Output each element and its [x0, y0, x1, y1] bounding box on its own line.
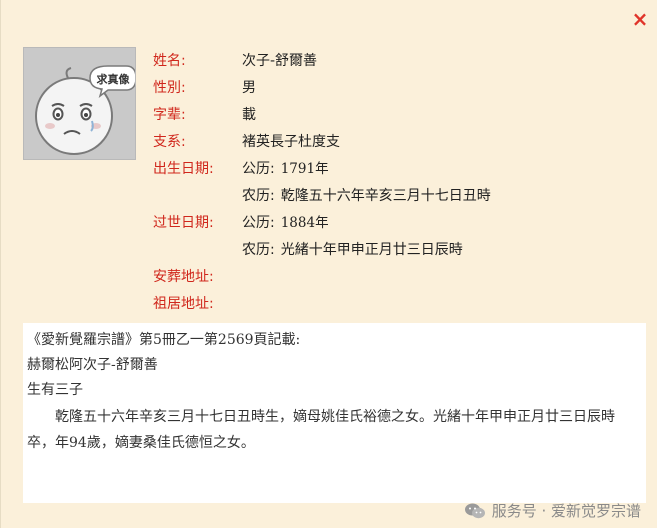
field-label: 支系: [153, 134, 186, 150]
field-value: 农历: 乾隆五十六年辛亥三月十七日丑時 [242, 183, 491, 210]
date-value: 1884年 [280, 215, 329, 231]
wechat-icon [464, 503, 485, 518]
watermark: 服务号 · 爱新觉罗宗谱 [464, 500, 641, 521]
date-value: 1791年 [280, 161, 329, 177]
person-detail-panel: × 求真像 姓名: 次子-舒爾善 性別: 男 字辈: 載 支系: 褚英長子杜度支… [0, 0, 657, 528]
genealogy-record-box: 《愛新覺羅宗譜》第5冊乙一第2569頁記載: 赫爾松阿次子-舒爾善 生有三子 乾… [23, 323, 646, 503]
calendar-label: 农历: [242, 242, 275, 258]
avatar-bubble-text: 求真像 [97, 72, 131, 86]
field-label: 过世日期: [153, 215, 214, 231]
crying-face-icon: 求真像 [24, 48, 135, 159]
field-value: 公历: 1884年 [242, 210, 329, 237]
field-label: 出生日期: [153, 161, 214, 177]
field-label: 祖居地址: [153, 296, 214, 312]
field-value: 次子-舒爾善 [242, 53, 318, 69]
record-body-text: 乾隆五十六年辛亥三月十七日丑時生，嫡母姚佳氏裕德之女。光緒十年甲申正月廿三日辰時… [27, 409, 615, 451]
field-label: 安葬地址: [153, 269, 214, 285]
field-value: 男 [242, 80, 256, 96]
field-value: 載 [242, 107, 256, 123]
field-label: 姓名: [153, 53, 186, 69]
field-value: 农历: 光緒十年甲申正月廿三日辰時 [242, 237, 463, 264]
record-source-line: 《愛新覺羅宗譜》第5冊乙一第2569頁記載: [27, 332, 301, 348]
field-label: 性別: [153, 80, 186, 96]
calendar-label: 农历: [242, 188, 275, 204]
record-name-line: 赫爾松阿次子-舒爾善 [27, 357, 158, 373]
close-icon[interactable]: × [629, 8, 651, 30]
field-label: 字辈: [153, 107, 186, 123]
avatar-placeholder: 求真像 [23, 47, 136, 160]
date-value: 光緒十年甲申正月廿三日辰時 [280, 242, 463, 258]
calendar-label: 公历: [242, 215, 275, 231]
calendar-label: 公历: [242, 161, 275, 177]
record-children-line: 生有三子 [27, 382, 83, 398]
field-value: 公历: 1791年 [242, 156, 329, 183]
field-value: 褚英長子杜度支 [242, 134, 340, 150]
date-value: 乾隆五十六年辛亥三月十七日丑時 [280, 188, 491, 204]
watermark-text: 服务号 · 爱新觉罗宗谱 [491, 502, 641, 520]
